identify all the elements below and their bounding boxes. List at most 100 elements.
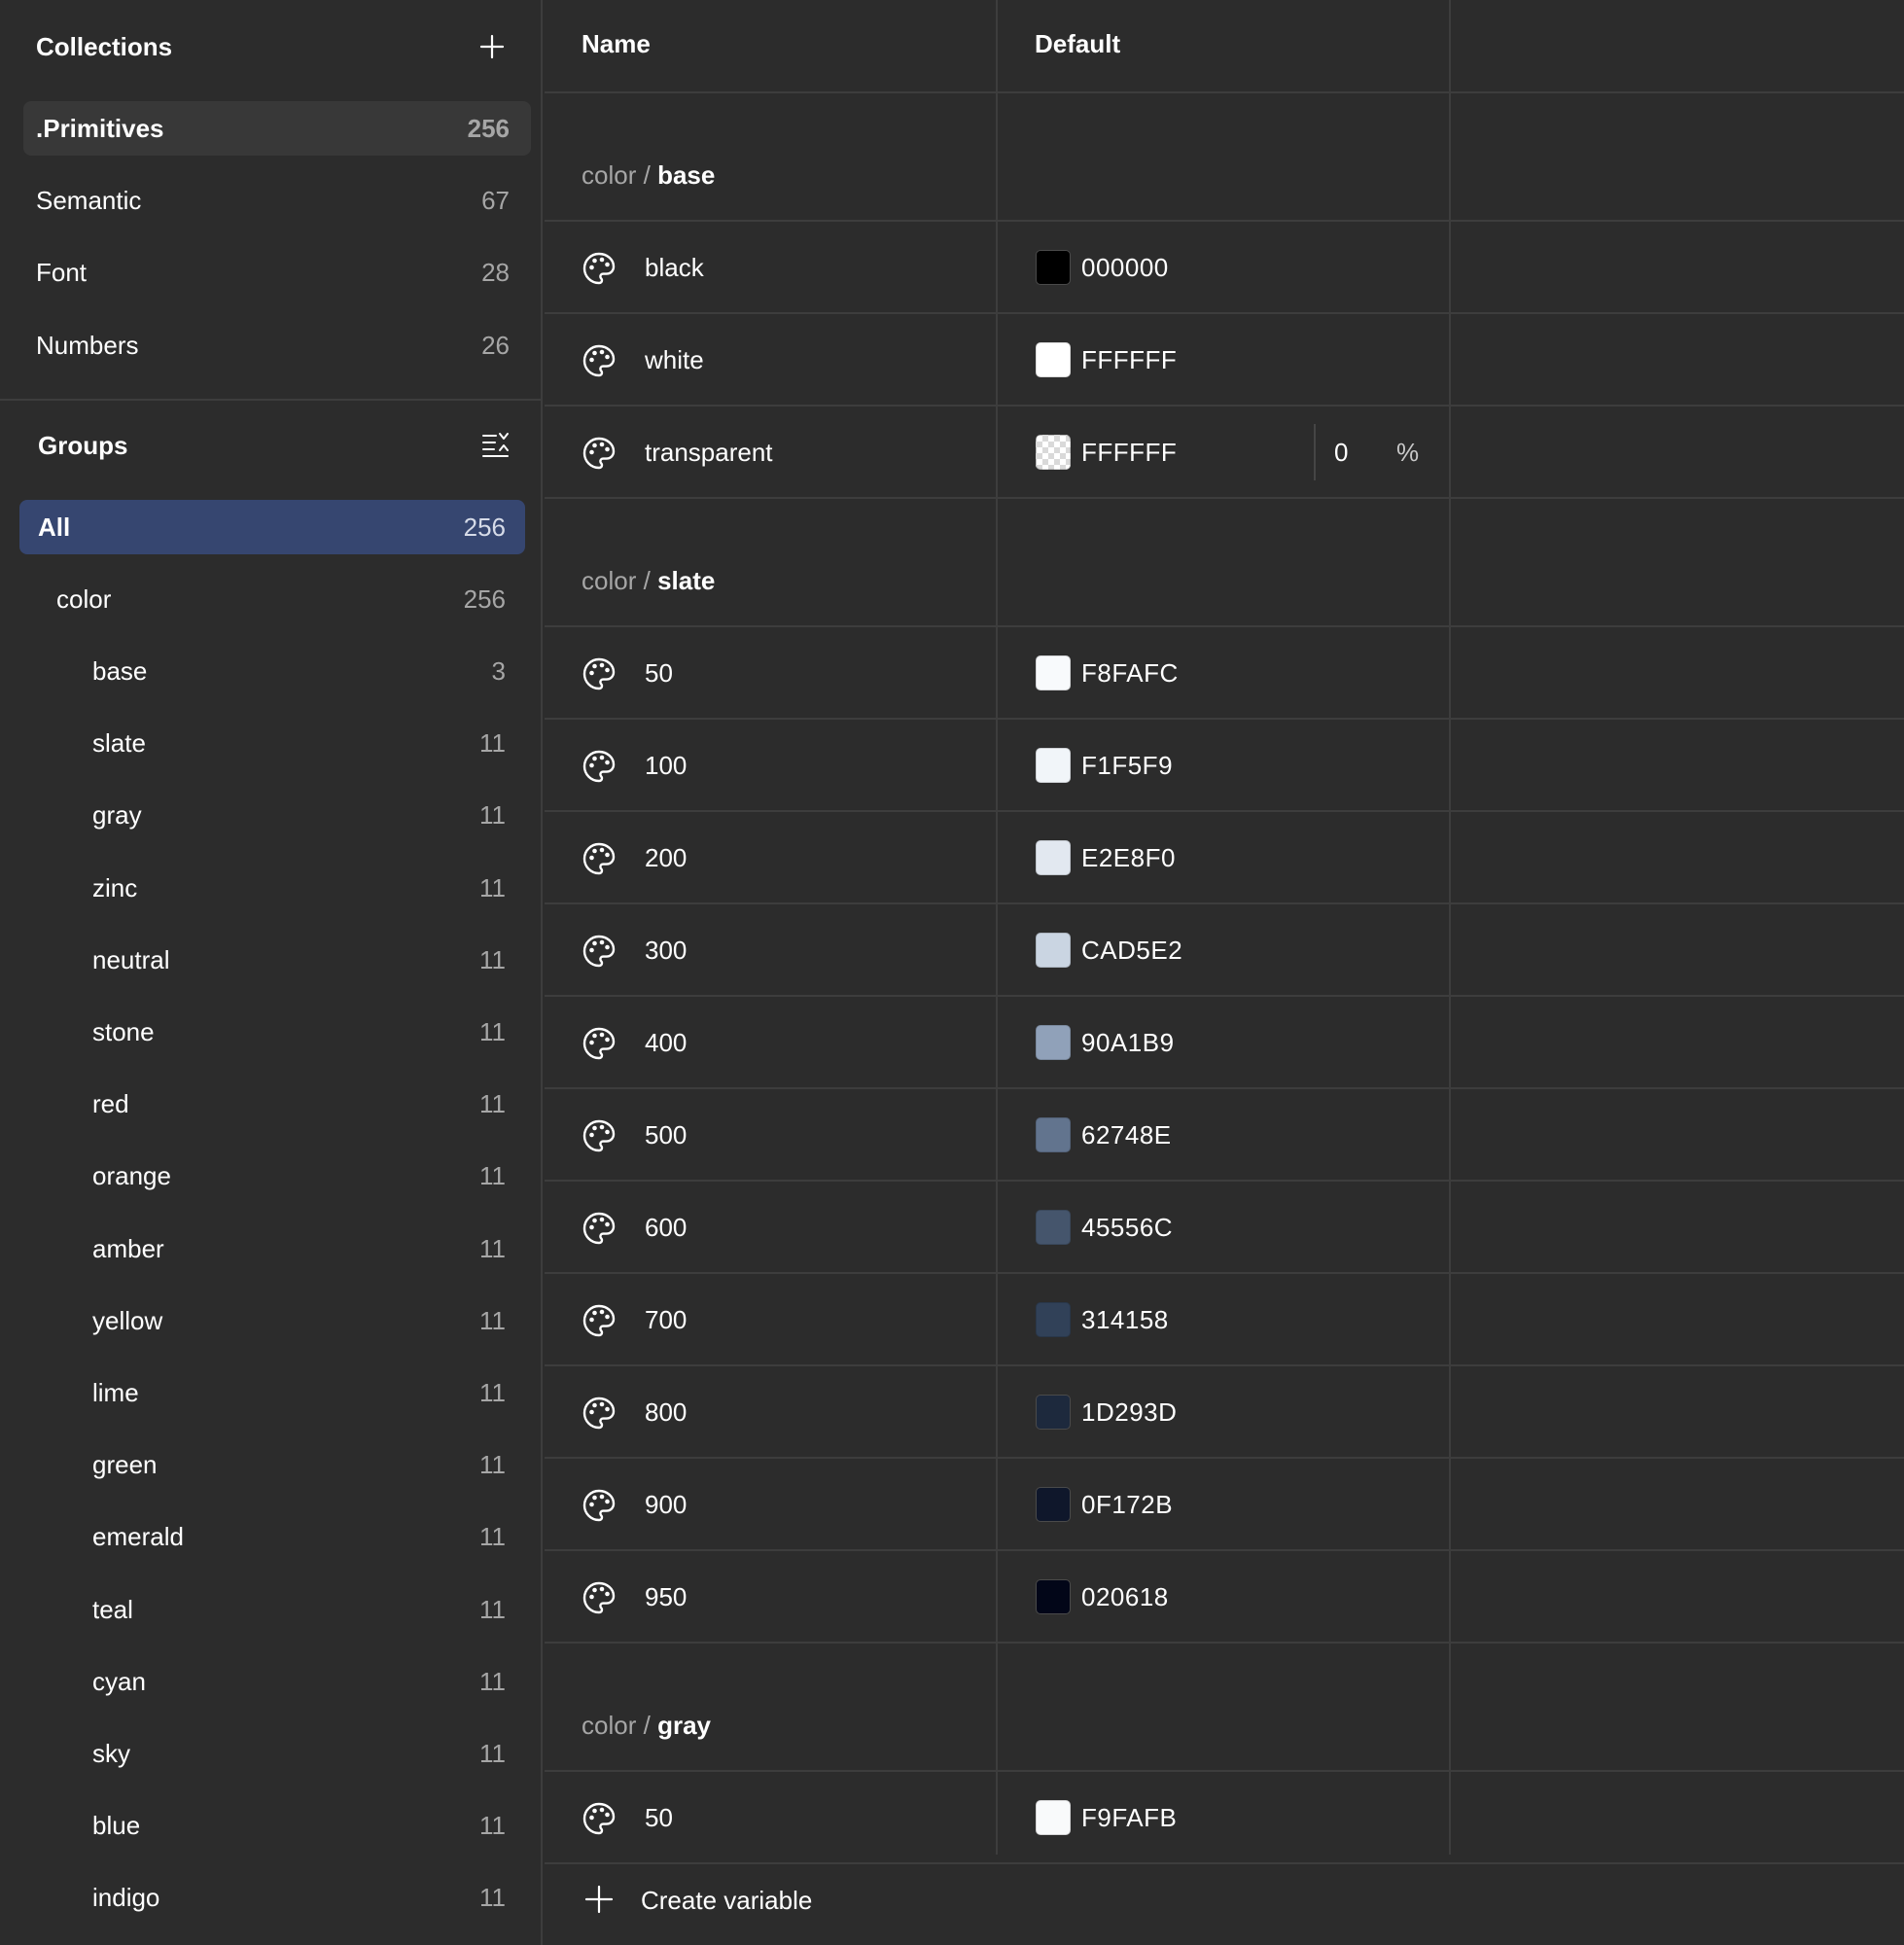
group-label: cyan [92,1666,146,1696]
variable-name[interactable]: transparent [645,438,773,468]
column-header-name[interactable]: Name [582,29,651,59]
variable-name[interactable]: 300 [645,936,687,966]
variable-row[interactable]: 950 020618 [545,1551,1904,1644]
group-item[interactable]: blue 11 [19,1799,525,1854]
column-header-default[interactable]: Default [1035,29,1120,59]
collection-item[interactable]: Font 28 [23,246,531,301]
color-swatch[interactable] [1036,840,1071,875]
hex-value[interactable]: 62748E [1081,1120,1172,1150]
variable-row[interactable]: 200 E2E8F0 [545,812,1904,904]
color-swatch[interactable] [1036,1579,1071,1614]
variable-row[interactable]: black 000000 [545,222,1904,314]
variable-name[interactable]: 50 [645,658,673,689]
create-variable-button[interactable]: Create variable [545,1855,1904,1945]
hex-value[interactable]: 45556C [1081,1213,1173,1243]
hex-value[interactable]: F1F5F9 [1081,751,1173,781]
group-item[interactable]: stone 11 [19,1005,525,1059]
hex-value[interactable]: 020618 [1081,1582,1169,1612]
group-item[interactable]: cyan 11 [19,1654,525,1709]
variable-name[interactable]: 100 [645,751,687,781]
group-item[interactable]: gray 11 [19,789,525,843]
variable-row[interactable]: 800 1D293D [545,1366,1904,1459]
group-item[interactable]: orange 11 [19,1149,525,1204]
variable-row[interactable]: 600 45556C [545,1182,1904,1274]
color-swatch[interactable] [1036,1302,1071,1337]
variable-name[interactable]: white [645,345,704,375]
variable-row[interactable]: 300 CAD5E2 [545,904,1904,997]
color-swatch[interactable] [1036,435,1071,470]
hex-value[interactable]: F8FAFC [1081,658,1179,689]
variable-name[interactable]: 800 [645,1397,687,1428]
variable-name[interactable]: 200 [645,843,687,873]
group-item[interactable]: amber 11 [19,1221,525,1276]
palette-icon [582,841,617,876]
group-item[interactable]: indigo 11 [19,1871,525,1926]
variable-row[interactable]: 400 90A1B9 [545,997,1904,1089]
variable-row[interactable]: transparent FFFFFF 0% [545,407,1904,499]
group-item[interactable]: base 3 [19,644,525,698]
hex-value[interactable]: 0F172B [1081,1490,1173,1520]
color-swatch[interactable] [1036,1117,1071,1152]
variable-name[interactable]: 50 [645,1803,673,1833]
variable-name[interactable]: 600 [645,1213,687,1243]
variable-name[interactable]: 500 [645,1120,687,1150]
color-swatch[interactable] [1036,1395,1071,1430]
group-item[interactable]: sky 11 [19,1726,525,1781]
hex-value[interactable]: FFFFFF [1081,438,1177,468]
collection-item[interactable]: Semantic 67 [23,173,531,228]
hex-value[interactable]: 000000 [1081,253,1169,283]
color-swatch[interactable] [1036,250,1071,285]
group-item[interactable]: green 11 [19,1438,525,1493]
variable-name[interactable]: 700 [645,1305,687,1335]
group-item[interactable]: color 256 [19,572,525,626]
hex-value[interactable]: FFFFFF [1081,345,1177,375]
opacity-input[interactable]: 0 [1334,438,1348,468]
group-item[interactable]: lime 11 [19,1365,525,1420]
variable-row[interactable]: 700 314158 [545,1274,1904,1366]
variable-row[interactable]: white FFFFFF [545,314,1904,407]
add-collection-button[interactable] [473,27,511,66]
color-swatch[interactable] [1036,1487,1071,1522]
hex-value[interactable]: F9FAFB [1081,1803,1177,1833]
variable-name[interactable]: 400 [645,1028,687,1058]
group-item[interactable]: teal 11 [19,1582,525,1637]
opacity-unit: % [1396,438,1420,467]
group-label: base [92,655,148,686]
hex-value[interactable]: 1D293D [1081,1397,1177,1428]
variable-row[interactable]: 900 0F172B [545,1459,1904,1551]
variable-name[interactable]: 900 [645,1490,687,1520]
collection-item[interactable]: Numbers 26 [23,318,531,372]
color-swatch[interactable] [1036,1800,1071,1835]
group-label: yellow [92,1305,163,1335]
collection-item[interactable]: .Primitives 256 [23,101,531,156]
group-item[interactable]: neutral 11 [19,933,525,987]
hex-value[interactable]: CAD5E2 [1081,936,1182,966]
hex-value[interactable]: E2E8F0 [1081,843,1176,873]
variable-name[interactable]: 950 [645,1582,687,1612]
groups-collapse-button[interactable] [476,426,515,465]
group-count: 11 [479,1450,506,1480]
color-swatch[interactable] [1036,748,1071,783]
group-item[interactable]: emerald 11 [19,1510,525,1565]
sidebar: Collections .Primitives 256 Semantic 67 Font… [0,0,543,1945]
group-item[interactable]: slate 11 [19,717,525,771]
color-swatch[interactable] [1036,1025,1071,1060]
hex-value[interactable]: 314158 [1081,1305,1169,1335]
variable-name[interactable]: black [645,253,704,283]
variable-row[interactable]: 50 F8FAFC [545,627,1904,720]
group-item[interactable]: All 256 [19,500,525,554]
variable-row[interactable]: 500 62748E [545,1089,1904,1182]
hex-value[interactable]: 90A1B9 [1081,1028,1175,1058]
variable-row[interactable]: 100 F1F5F9 [545,720,1904,812]
group-count: 11 [479,1738,506,1768]
group-item[interactable]: yellow 11 [19,1293,525,1348]
group-item[interactable]: zinc 11 [19,861,525,915]
color-swatch[interactable] [1036,655,1071,690]
color-swatch[interactable] [1036,933,1071,968]
group-item[interactable]: red 11 [19,1078,525,1132]
color-swatch[interactable] [1036,342,1071,377]
variable-row[interactable]: 50 F9FAFB [545,1772,1904,1864]
group-path: color / gray [582,1711,711,1741]
group-title-row: color / slate [545,499,1904,627]
color-swatch[interactable] [1036,1210,1071,1245]
